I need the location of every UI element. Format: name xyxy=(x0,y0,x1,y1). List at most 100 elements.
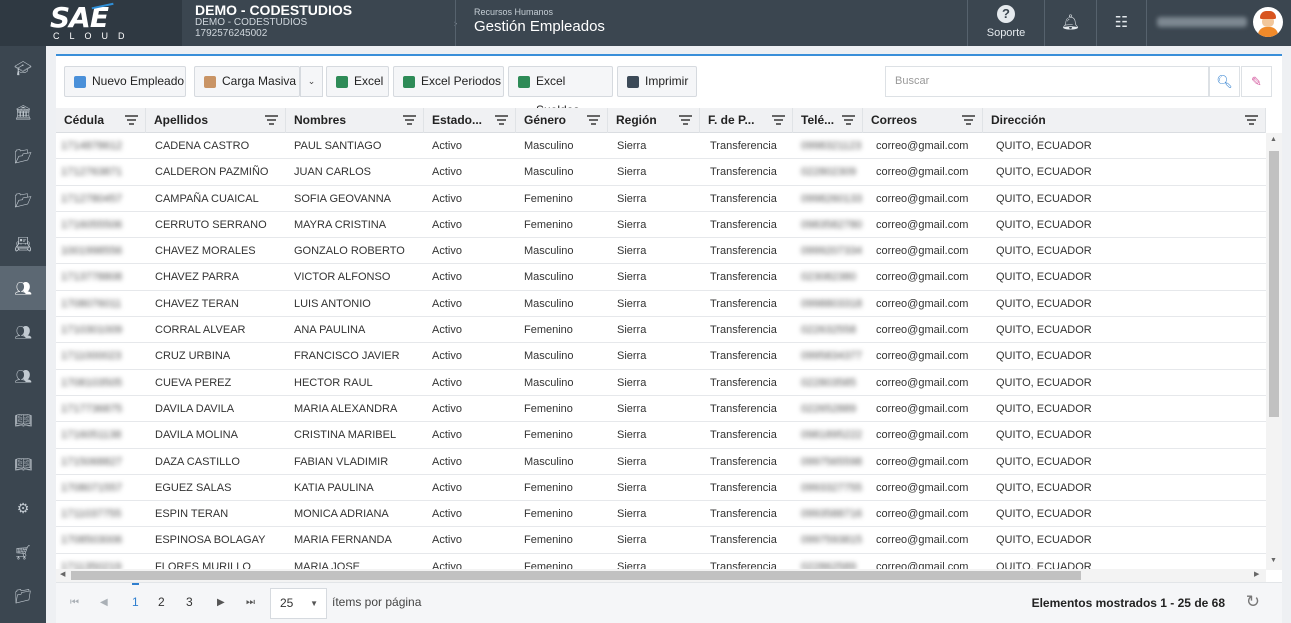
sidebar-item-users-2[interactable]: 👥︎ xyxy=(0,310,46,354)
table-cell: correo@gmail.com xyxy=(876,560,969,569)
filter-icon[interactable] xyxy=(962,115,975,127)
sidebar-item-education[interactable]: 🎓︎ xyxy=(0,46,46,90)
filter-icon[interactable] xyxy=(265,115,278,127)
page-1[interactable]: 1 xyxy=(132,583,139,609)
table-cell: correo@gmail.com xyxy=(876,481,969,494)
page-3[interactable]: 3 xyxy=(186,595,193,609)
filter-icon[interactable] xyxy=(587,115,600,127)
column-header[interactable]: Dirección xyxy=(983,108,1266,133)
column-header[interactable]: Cédula xyxy=(56,108,146,133)
excel-button[interactable]: Excel xyxy=(326,66,389,97)
table-cell: 1710301009 xyxy=(61,324,123,337)
filter-icon[interactable] xyxy=(125,115,138,127)
filter-icon[interactable] xyxy=(679,115,692,127)
sidebar-item-cart[interactable]: 🛒︎ xyxy=(0,530,46,574)
sidebar-item-folder-2[interactable]: 📂︎ xyxy=(0,178,46,222)
bulk-load-button[interactable]: Carga Masiva xyxy=(194,66,300,97)
table-row[interactable]: 1711000023 CRUZ URBINA FRANCISCO JAVIER Act… xyxy=(56,343,1266,370)
refresh-icon[interactable]: ↻ xyxy=(1246,592,1260,612)
sidebar-item-employees[interactable]: 👥︎ xyxy=(0,266,46,310)
table-row[interactable]: 1716055506 CERRUTO SERRANO MAYRA CRISTINA A… xyxy=(56,212,1266,239)
scroll-up-icon[interactable]: ▲ xyxy=(1270,136,1277,143)
column-header[interactable]: F. de P... xyxy=(700,108,793,133)
sidebar-item-settings[interactable]: ⚙︎ xyxy=(0,486,46,530)
excel-periods-button[interactable]: Excel Periodos xyxy=(393,66,504,97)
search-input[interactable]: Buscar xyxy=(885,66,1209,97)
table-row[interactable]: 1713778808 CHAVEZ PARRA VICTOR ALFONSO Acti… xyxy=(56,264,1266,291)
table-row[interactable]: 1710301009 CORRAL ALVEAR ANA PAULINA Activo… xyxy=(56,317,1266,344)
table-cell: 1712763871 xyxy=(61,166,123,179)
vertical-scrollbar[interactable]: ▲ ▼ xyxy=(1266,133,1282,570)
table-row[interactable]: 1001998556 CHAVEZ MORALES GONZALO ROBERTO A… xyxy=(56,238,1266,265)
search-button[interactable]: 🔍︎ xyxy=(1209,66,1240,97)
scroll-left-icon[interactable]: ◀ xyxy=(60,570,65,578)
sidebar-item-book-2[interactable]: 📖︎ xyxy=(0,442,46,486)
eraser-icon: ✎ xyxy=(1251,74,1262,89)
table-cell: correo@gmail.com xyxy=(876,455,969,468)
next-page-icon[interactable]: ▶ xyxy=(217,597,225,608)
table-row[interactable]: 1708103505 CUEVA PEREZ HECTOR RAUL Activo Ma… xyxy=(56,370,1266,396)
print-button[interactable]: Imprimir xyxy=(617,66,697,97)
page-2[interactable]: 2 xyxy=(158,595,165,609)
table-cell: MAYRA CRISTINA xyxy=(294,218,387,231)
filter-icon[interactable] xyxy=(1245,115,1258,127)
filter-icon[interactable] xyxy=(842,115,855,127)
table-cell: CHAVEZ PARRA xyxy=(155,271,239,284)
clear-button[interactable]: ✎ xyxy=(1241,66,1272,97)
column-header[interactable]: Correos xyxy=(863,108,983,133)
sidebar-item-bank[interactable]: 🏛︎ xyxy=(0,90,46,134)
table-row[interactable]: 1712763871 CALDERON PAZMIÑO JUAN CARLOS Act… xyxy=(56,159,1266,186)
filter-icon[interactable] xyxy=(772,115,785,127)
sidebar-item-idcard[interactable]: 📇︎ xyxy=(0,222,46,266)
table-row[interactable]: 1708076011 CHAVEZ TERAN LUIS ANTONIO Activo… xyxy=(56,291,1266,318)
table-row[interactable]: 1715068827 DAZA CASTILLO FABIAN VLADIMIR Ac… xyxy=(56,449,1266,475)
table-cell: Activo xyxy=(432,192,462,205)
excel-periods-label: Excel Periodos xyxy=(421,74,502,88)
table-row[interactable]: 1714878612 CADENA CASTRO PAUL SANTIAGO Acti… xyxy=(56,133,1266,160)
table-cell: Activo xyxy=(432,297,462,310)
column-header[interactable]: Nombres xyxy=(286,108,424,133)
prev-page-icon[interactable]: ◀ xyxy=(100,597,108,608)
column-header[interactable]: Género xyxy=(516,108,608,133)
horizontal-scroll-thumb[interactable] xyxy=(71,571,1081,580)
sidebar-item-users-3[interactable]: 👥︎ xyxy=(0,354,46,398)
avatar[interactable] xyxy=(1253,7,1283,37)
scroll-down-icon[interactable]: ▼ xyxy=(1270,557,1277,564)
table-cell: HECTOR RAUL xyxy=(294,376,373,389)
column-header[interactable]: Telé... xyxy=(793,108,863,133)
column-header[interactable]: Estado... xyxy=(424,108,516,133)
table-row[interactable]: 1711350219 FLORES MURILLO MARIA JOSE Activo… xyxy=(56,554,1266,569)
bulk-load-dropdown[interactable]: ⌄ xyxy=(300,66,323,97)
column-header[interactable]: Apellidos xyxy=(146,108,286,133)
apps-button[interactable]: ☷ xyxy=(1096,0,1146,46)
excel-salaries-button[interactable]: Excel Sueldos xyxy=(508,66,613,117)
table-cell: Transferencia xyxy=(710,218,777,231)
table-cell: QUITO, ECUADOR xyxy=(996,455,1092,468)
first-page-icon[interactable]: ⏮︎ xyxy=(70,597,79,608)
table-row[interactable]: 1712780457 CAMPAÑA CUAICAL SOFIA GEOVANNA A… xyxy=(56,186,1266,212)
new-employee-button[interactable]: Nuevo Empleado xyxy=(64,66,186,97)
last-page-icon[interactable]: ⏭︎ xyxy=(246,597,255,608)
table-row[interactable]: 1708503006 ESPINOSA BOLAGAY MARIA FERNANDA… xyxy=(56,527,1266,554)
sidebar-item-folder-1[interactable]: 📂︎ xyxy=(0,134,46,178)
sidebar-item-folder-3[interactable]: 📁︎ xyxy=(0,574,46,618)
page-size-select[interactable]: 25 ▼ xyxy=(270,588,327,619)
sidebar-item-book-1[interactable]: 📖︎ xyxy=(0,398,46,442)
users-icon: 👥︎ xyxy=(14,324,32,340)
app-logo[interactable]: SAE CLOUD xyxy=(0,0,182,46)
table-row[interactable]: 1716051138 DAVILA MOLINA CRISTINA MARIBEL A… xyxy=(56,422,1266,449)
table-cell: CADENA CASTRO xyxy=(155,140,250,152)
horizontal-scrollbar[interactable]: ◀ ▶ xyxy=(56,569,1266,582)
filter-icon[interactable] xyxy=(403,115,416,127)
table-row[interactable]: 1711037755 ESPIN TERAN MONICA ADRIANA Activ… xyxy=(56,501,1266,528)
table-row[interactable]: 1717736875 DAVILA DAVILA MARIA ALEXANDRA Ac… xyxy=(56,396,1266,423)
filter-icon[interactable] xyxy=(495,115,508,127)
vertical-scroll-thumb[interactable] xyxy=(1269,151,1279,417)
support-button[interactable]: ? Soporte xyxy=(967,0,1044,46)
scroll-right-icon[interactable]: ▶ xyxy=(1254,570,1259,578)
notifications-button[interactable]: 🔔︎ xyxy=(1044,0,1096,46)
table-row[interactable]: 1708071557 EGUEZ SALAS KATIA PAULINA Activo… xyxy=(56,475,1266,502)
column-header[interactable]: Región xyxy=(608,108,700,133)
table-cell: 022862589 xyxy=(801,560,857,569)
avatar-shirt xyxy=(1258,27,1278,37)
